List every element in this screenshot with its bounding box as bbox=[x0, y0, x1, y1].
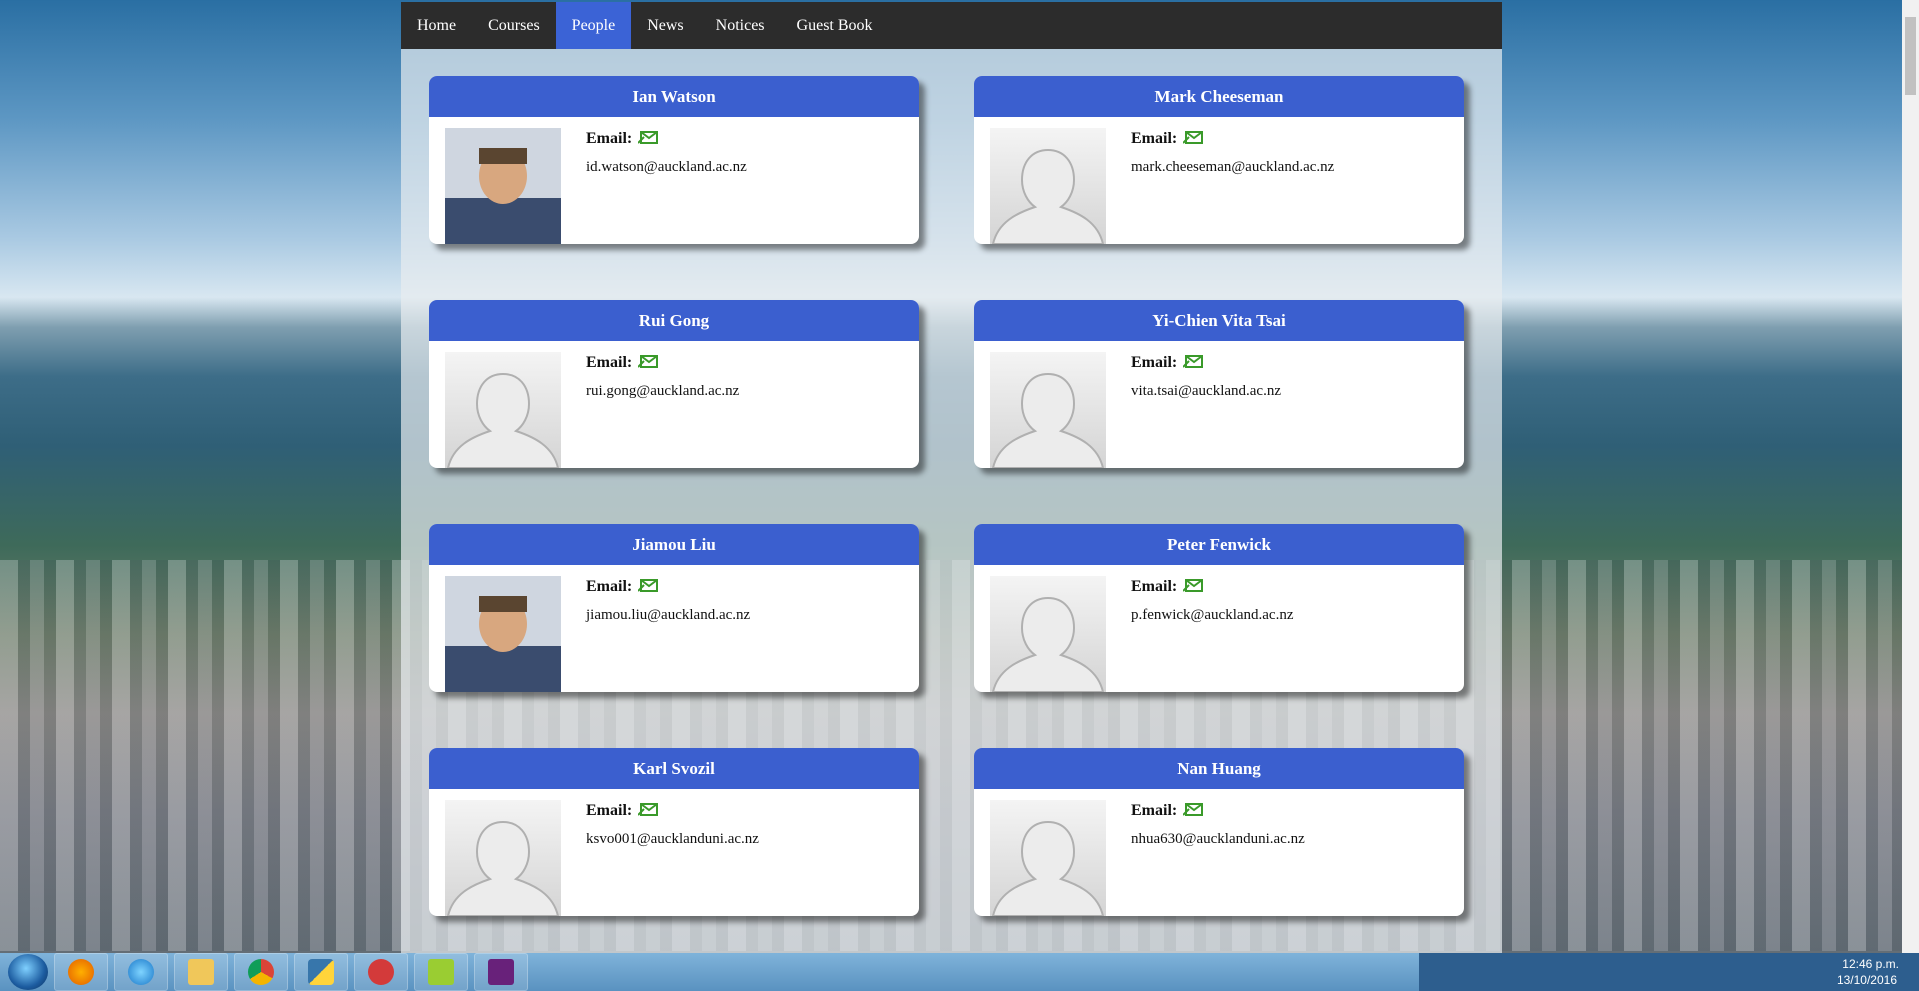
person-name: Ian Watson bbox=[429, 76, 919, 117]
snipping-tool-icon[interactable] bbox=[354, 953, 408, 991]
email-label: Email: bbox=[1131, 130, 1178, 147]
avatar-placeholder bbox=[990, 352, 1106, 468]
system-tray: 12:46 p.m. 13/10/2016 bbox=[1419, 953, 1919, 991]
person-name: Mark Cheeseman bbox=[974, 76, 1464, 117]
email-label-row: Email: bbox=[1131, 353, 1205, 374]
email-label: Email: bbox=[1131, 802, 1178, 819]
nav-courses[interactable]: Courses bbox=[472, 2, 556, 49]
nav-home[interactable]: Home bbox=[401, 2, 472, 49]
person-email[interactable]: mark.cheeseman@auckland.ac.nz bbox=[1131, 159, 1334, 176]
send-mail-icon[interactable] bbox=[1182, 353, 1205, 374]
email-label: Email: bbox=[586, 802, 633, 819]
person-name: Yi-Chien Vita Tsai bbox=[974, 300, 1464, 341]
send-mail-icon[interactable] bbox=[637, 577, 660, 598]
person-email[interactable]: p.fenwick@auckland.ac.nz bbox=[1131, 607, 1294, 624]
file-explorer-icon[interactable] bbox=[174, 953, 228, 991]
send-mail-icon[interactable] bbox=[637, 129, 660, 150]
person-card-peter-fenwick: Peter Fenwick Email: p.fenwick@auckland.ac… bbox=[974, 524, 1464, 692]
person-name: Rui Gong bbox=[429, 300, 919, 341]
person-card-jiamou-liu: Jiamou Liu Email: jiamou.liu@auckland.ac.n… bbox=[429, 524, 919, 692]
avatar-placeholder bbox=[990, 576, 1106, 692]
person-name: Nan Huang bbox=[974, 748, 1464, 789]
person-name: Peter Fenwick bbox=[974, 524, 1464, 565]
scrollbar-thumb[interactable] bbox=[1905, 17, 1916, 95]
email-label: Email: bbox=[586, 130, 633, 147]
person-card-yi-chien-vita-tsai: Yi-Chien Vita Tsai Email: vita.tsai@auckla… bbox=[974, 300, 1464, 468]
send-mail-icon[interactable] bbox=[637, 353, 660, 374]
email-label: Email: bbox=[586, 354, 633, 371]
email-label-row: Email: bbox=[586, 801, 660, 822]
email-label-row: Email: bbox=[1131, 801, 1205, 822]
email-label-row: Email: bbox=[586, 577, 660, 598]
email-label-row: Email: bbox=[1131, 577, 1205, 598]
nav-news[interactable]: News bbox=[631, 2, 699, 49]
avatar-placeholder bbox=[990, 128, 1106, 244]
person-name: Jiamou Liu bbox=[429, 524, 919, 565]
avatar-placeholder bbox=[990, 800, 1106, 916]
person-card-karl-svozil: Karl Svozil Email: ksvo001@aucklanduni.ac.… bbox=[429, 748, 919, 916]
person-email[interactable]: ksvo001@aucklanduni.ac.nz bbox=[586, 831, 759, 848]
email-label: Email: bbox=[586, 578, 633, 595]
firefox-icon[interactable] bbox=[54, 953, 108, 991]
person-photo bbox=[445, 128, 561, 244]
avatar-placeholder bbox=[445, 352, 561, 468]
send-mail-icon[interactable] bbox=[1182, 801, 1205, 822]
nav-people[interactable]: People bbox=[555, 2, 632, 49]
vertical-scrollbar[interactable] bbox=[1902, 0, 1919, 953]
nav-guest-book[interactable]: Guest Book bbox=[781, 2, 889, 49]
person-email[interactable]: vita.tsai@auckland.ac.nz bbox=[1131, 383, 1281, 400]
avatar-placeholder bbox=[445, 800, 561, 916]
page-container: Home Courses People News Notices Guest B… bbox=[401, 2, 1502, 953]
clock-time[interactable]: 12:46 p.m. bbox=[1842, 957, 1899, 971]
send-mail-icon[interactable] bbox=[1182, 577, 1205, 598]
visual-studio-icon[interactable] bbox=[474, 953, 528, 991]
person-card-mark-cheeseman: Mark Cheeseman Email: mark.cheeseman@auckl… bbox=[974, 76, 1464, 244]
email-label: Email: bbox=[1131, 354, 1178, 371]
python-icon[interactable] bbox=[294, 953, 348, 991]
person-email[interactable]: rui.gong@auckland.ac.nz bbox=[586, 383, 739, 400]
send-mail-icon[interactable] bbox=[1182, 129, 1205, 150]
person-email[interactable]: jiamou.liu@auckland.ac.nz bbox=[586, 607, 750, 624]
chrome-icon[interactable] bbox=[234, 953, 288, 991]
person-email[interactable]: nhua630@aucklanduni.ac.nz bbox=[1131, 831, 1305, 848]
email-label: Email: bbox=[1131, 578, 1178, 595]
email-label-row: Email: bbox=[586, 129, 660, 150]
taskbar: 12:46 p.m. 13/10/2016 bbox=[0, 953, 1919, 991]
person-card-nan-huang: Nan Huang Email: nhua630@aucklanduni.ac.nz bbox=[974, 748, 1464, 916]
person-name: Karl Svozil bbox=[429, 748, 919, 789]
email-label-row: Email: bbox=[1131, 129, 1205, 150]
navbar: Home Courses People News Notices Guest B… bbox=[401, 2, 1502, 49]
internet-explorer-icon[interactable] bbox=[114, 953, 168, 991]
person-card-rui-gong: Rui Gong Email: rui.gong@auckland.ac.nz bbox=[429, 300, 919, 468]
windows-start-icon[interactable] bbox=[8, 954, 48, 990]
person-photo bbox=[445, 576, 561, 692]
clock-date[interactable]: 13/10/2016 bbox=[1837, 973, 1897, 987]
person-card-ian-watson: Ian Watson Email: id.watson@auckland.ac.nz bbox=[429, 76, 919, 244]
notepad-plus-plus-icon[interactable] bbox=[414, 953, 468, 991]
nav-notices[interactable]: Notices bbox=[700, 2, 781, 49]
person-email[interactable]: id.watson@auckland.ac.nz bbox=[586, 159, 747, 176]
send-mail-icon[interactable] bbox=[637, 801, 660, 822]
email-label-row: Email: bbox=[586, 353, 660, 374]
